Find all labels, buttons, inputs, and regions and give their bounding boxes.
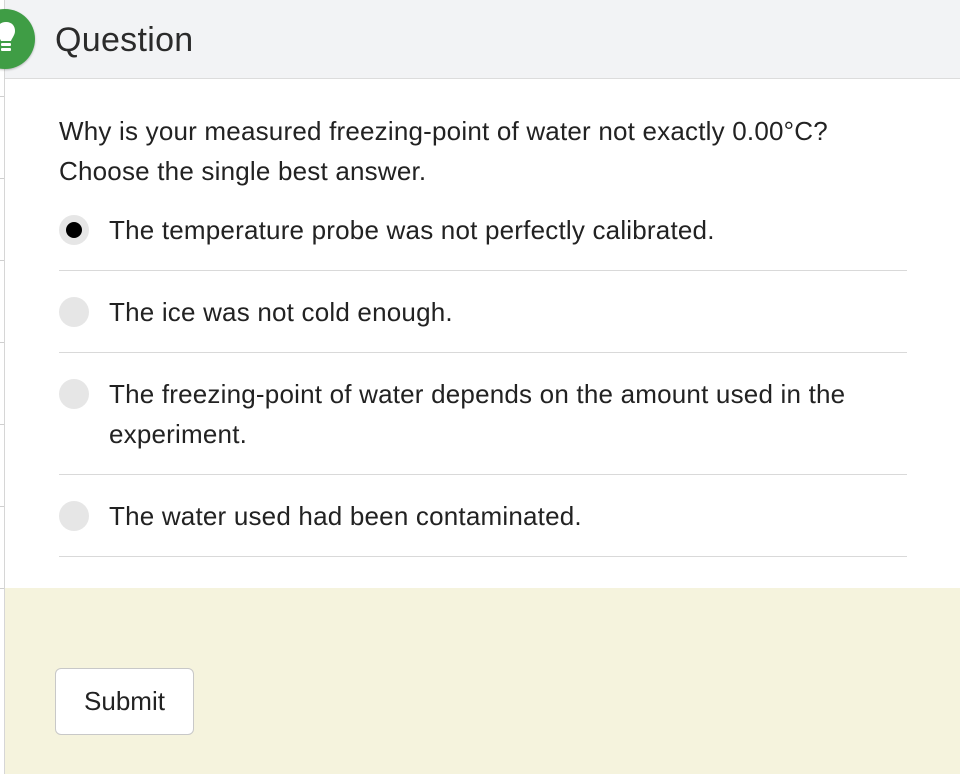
submit-button[interactable]: Submit	[55, 668, 194, 735]
question-dialog: Question Why is your measured freezing-p…	[0, 0, 960, 774]
answer-option-1[interactable]: The temperature probe was not perfectly …	[59, 206, 907, 271]
answer-option-label: The ice was not cold enough.	[109, 297, 453, 327]
answer-option-label: The temperature probe was not perfectly …	[109, 215, 715, 245]
answer-option-2[interactable]: The ice was not cold enough.	[59, 271, 907, 353]
radio-button[interactable]	[59, 379, 89, 409]
answer-option-4[interactable]: The water used had been contaminated.	[59, 475, 907, 557]
answer-option-3[interactable]: The freezing-point of water depends on t…	[59, 353, 907, 475]
question-badge	[0, 9, 35, 69]
dialog-header: Question	[0, 0, 960, 79]
radio-button-selected[interactable]	[59, 215, 89, 245]
dialog-footer: Submit	[5, 588, 960, 774]
radio-button[interactable]	[59, 501, 89, 531]
answer-option-label: The water used had been contaminated.	[109, 501, 582, 531]
answer-options: The temperature probe was not perfectly …	[59, 206, 907, 557]
page: Question Why is your measured freezing-p…	[0, 0, 960, 774]
lightbulb-icon	[0, 22, 15, 51]
radio-button[interactable]	[59, 297, 89, 327]
question-prompt: Why is your measured freezing-point of w…	[59, 116, 828, 186]
answer-option-label: The freezing-point of water depends on t…	[109, 379, 846, 449]
dialog-title: Question	[55, 21, 194, 59]
